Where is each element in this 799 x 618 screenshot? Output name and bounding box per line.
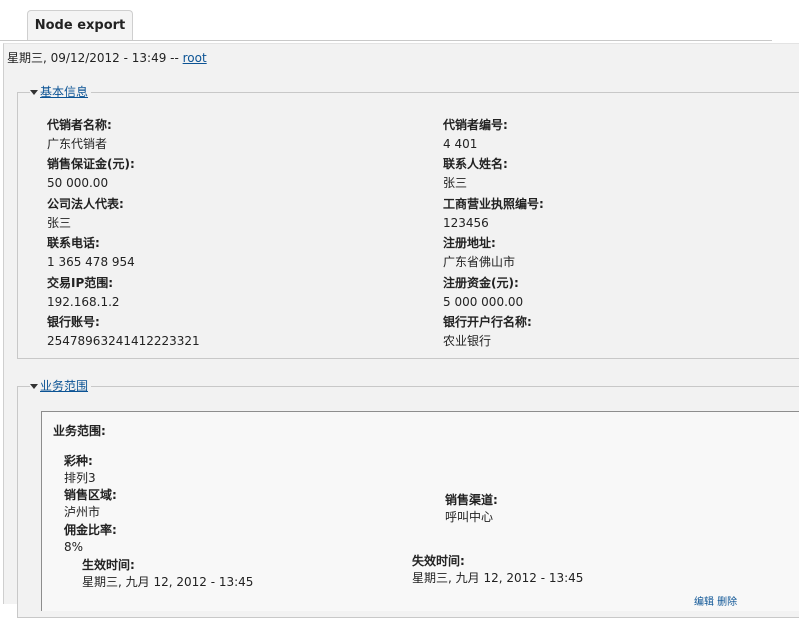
field-label: 联系电话: xyxy=(47,236,100,250)
field-label: 销售保证金(元): xyxy=(47,157,135,171)
field-ip-range: 交易IP范围: 192.168.1.2 xyxy=(47,276,120,310)
field-sales-channel: 销售渠道: 呼叫中心 xyxy=(445,493,498,525)
field-label: 交易IP范围: xyxy=(47,276,114,290)
field-label: 注册资金(元): xyxy=(443,276,519,290)
scope-title-label: 业务范围: xyxy=(53,424,106,438)
field-value: 192.168.1.2 xyxy=(47,295,120,309)
field-label: 佣金比率: xyxy=(64,523,117,537)
field-value: 4 401 xyxy=(443,137,478,151)
field-legal-rep: 公司法人代表: 张三 xyxy=(47,197,124,231)
field-deposit: 销售保证金(元): 50 000.00 xyxy=(47,157,135,191)
field-label: 失效时间: xyxy=(412,554,465,568)
field-value: 农业银行 xyxy=(443,334,492,348)
field-value: 50 000.00 xyxy=(47,176,109,190)
tab-bar: Node export xyxy=(0,0,772,41)
field-sales-region: 销售区域: 泸州市 xyxy=(64,488,117,520)
field-label: 彩种: xyxy=(64,454,93,468)
field-value: 广东省佛山市 xyxy=(443,255,516,269)
field-value: 星期三, 九月 12, 2012 - 13:45 xyxy=(82,575,254,589)
field-value: 5 000 000.00 xyxy=(443,295,524,309)
submitted-info: 星期三, 09/12/2012 - 13:49 -- root xyxy=(7,49,207,66)
field-value: 排列3 xyxy=(64,471,96,485)
business-scope-legend[interactable]: 业务范围 xyxy=(30,378,92,394)
business-scope-fieldset: 业务范围 业务范围: 彩种: 排列3 销售区域: 泸州市 销售渠道: 呼叫中心 … xyxy=(17,378,799,618)
field-value: 张三 xyxy=(47,216,72,230)
content-panel: 星期三, 09/12/2012 - 13:49 -- root 基本信息 代销者… xyxy=(3,43,799,618)
field-label: 联系人姓名: xyxy=(443,157,508,171)
collapse-arrow-icon[interactable] xyxy=(30,90,38,95)
field-value: 25478963241412223321 xyxy=(47,334,200,348)
field-lottery-type: 彩种: 排列3 xyxy=(64,454,96,486)
field-phone: 联系电话: 1 365 478 954 xyxy=(47,236,135,270)
field-expiry-time: 失效时间: 星期三, 九月 12, 2012 - 13:45 xyxy=(412,554,583,586)
field-label: 生效时间: xyxy=(82,558,135,572)
field-value: 123456 xyxy=(443,216,489,230)
field-address: 注册地址: 广东省佛山市 xyxy=(443,236,515,270)
field-contact-name: 联系人姓名: 张三 xyxy=(443,157,508,191)
field-value: 张三 xyxy=(443,176,468,190)
field-license-number: 工商营业执照编号: 123456 xyxy=(443,197,544,231)
field-commission-rate: 佣金比率: 8% xyxy=(64,523,117,555)
field-value: 8% xyxy=(64,540,84,554)
field-value: 广东代销者 xyxy=(47,137,108,151)
author-link[interactable]: root xyxy=(183,51,207,65)
field-label: 银行开户行名称: xyxy=(443,315,532,329)
field-label: 销售区域: xyxy=(64,488,117,502)
field-agent-name: 代销者名称: 广东代销者 xyxy=(47,118,112,152)
field-label: 代销者编号: xyxy=(443,118,508,132)
business-scope-toggle[interactable]: 业务范围 xyxy=(40,379,88,393)
basic-info-toggle[interactable]: 基本信息 xyxy=(40,85,88,99)
collapse-arrow-icon[interactable] xyxy=(30,384,38,389)
field-label: 公司法人代表: xyxy=(47,197,124,211)
scope-title: 业务范围: xyxy=(53,424,106,439)
field-label: 注册地址: xyxy=(443,236,496,250)
submitted-date: 星期三, 09/12/2012 - 13:49 -- xyxy=(7,51,183,65)
field-value: 星期三, 九月 12, 2012 - 13:45 xyxy=(412,571,584,585)
item-action-links[interactable]: 编辑 删除 xyxy=(694,593,737,608)
field-bank-name: 银行开户行名称: 农业银行 xyxy=(443,315,532,349)
tab-node-export[interactable]: Node export xyxy=(27,10,133,40)
field-value: 泸州市 xyxy=(64,505,101,519)
basic-info-fieldset: 基本信息 代销者名称: 广东代销者 代销者编号: 4 401 销售保证金(元):… xyxy=(17,84,799,359)
field-effective-time: 生效时间: 星期三, 九月 12, 2012 - 13:45 xyxy=(82,558,253,590)
field-label: 代销者名称: xyxy=(47,118,112,132)
field-label: 工商营业执照编号: xyxy=(443,197,544,211)
business-scope-item: 业务范围: 彩种: 排列3 销售区域: 泸州市 销售渠道: 呼叫中心 佣金比率:… xyxy=(41,411,799,611)
field-value: 呼叫中心 xyxy=(445,510,494,524)
field-label: 销售渠道: xyxy=(445,493,498,507)
basic-info-legend[interactable]: 基本信息 xyxy=(30,84,92,100)
field-agent-number: 代销者编号: 4 401 xyxy=(443,118,508,152)
field-label: 银行账号: xyxy=(47,315,100,329)
field-value: 1 365 478 954 xyxy=(47,255,135,269)
field-capital: 注册资金(元): 5 000 000.00 xyxy=(443,276,523,310)
field-bank-account: 银行账号: 25478963241412223321 xyxy=(47,315,200,349)
